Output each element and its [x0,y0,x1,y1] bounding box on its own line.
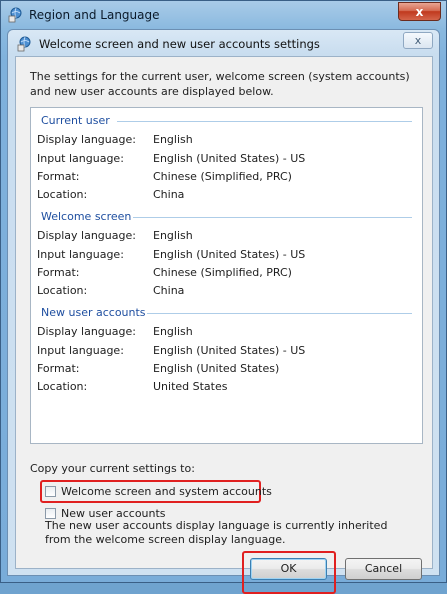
close-icon: x [414,34,422,47]
field-label: Location: [37,188,88,201]
checkbox-square[interactable] [45,508,56,519]
field-value: Chinese (Simplified, PRC) [153,170,292,183]
close-icon: x [415,5,424,19]
dialog-client-area: The settings for the current user, welco… [15,56,433,594]
dialog-titlebar: Welcome screen and new user accounts set… [16,36,320,52]
field-label: Display language: [37,325,136,338]
field-label: Location: [37,284,88,297]
field-label: Location: [37,380,88,393]
field-label: Format: [37,362,80,375]
field-value: English (United States) - US [153,248,306,261]
field-value: China [153,284,185,297]
settings-dialog: Welcome screen and new user accounts set… [7,29,440,594]
section-header: New user accounts [41,306,146,319]
inherit-note: The new user accounts display language i… [45,519,388,546]
copy-settings-label: Copy your current settings to: [30,462,195,475]
ok-button[interactable]: OK [250,558,327,580]
field-label: Input language: [37,248,124,261]
outer-close-button[interactable]: x [398,2,441,21]
field-label: Format: [37,266,80,279]
field-value: English (United States) - US [153,344,306,357]
section-divider [133,217,412,218]
field-value: China [153,188,185,201]
field-value: English [153,229,193,242]
dialog-close-button[interactable]: x [403,32,433,49]
field-value: English (United States) [153,362,280,375]
field-label: Display language: [37,133,136,146]
field-label: Display language: [37,229,136,242]
section-divider [117,121,412,122]
field-label: Input language: [37,344,124,357]
checkbox-square[interactable] [45,486,56,497]
welcome-screen-checkbox[interactable]: Welcome screen and system accounts [45,485,272,498]
field-label: Input language: [37,152,124,165]
dialog-title: Welcome screen and new user accounts set… [39,37,320,51]
outer-window-title: Region and Language [29,8,160,22]
field-label: Format: [37,170,80,183]
cancel-button[interactable]: Cancel [345,558,422,580]
globe-icon [8,7,22,23]
checkbox-label: Welcome screen and system accounts [61,485,272,498]
outer-titlebar: Region and Language [7,5,160,25]
intro-text: The settings for the current user, welco… [30,70,410,98]
field-value: English [153,133,193,146]
field-value: English [153,325,193,338]
settings-info-box: Current user Display language: English I… [30,107,423,444]
section-divider [147,313,412,314]
field-value: Chinese (Simplified, PRC) [153,266,292,279]
field-value: English (United States) - US [153,152,306,165]
globe-icon [17,36,31,52]
section-header: Welcome screen [41,210,132,223]
section-header: Current user [41,114,110,127]
field-value: United States [153,380,228,393]
